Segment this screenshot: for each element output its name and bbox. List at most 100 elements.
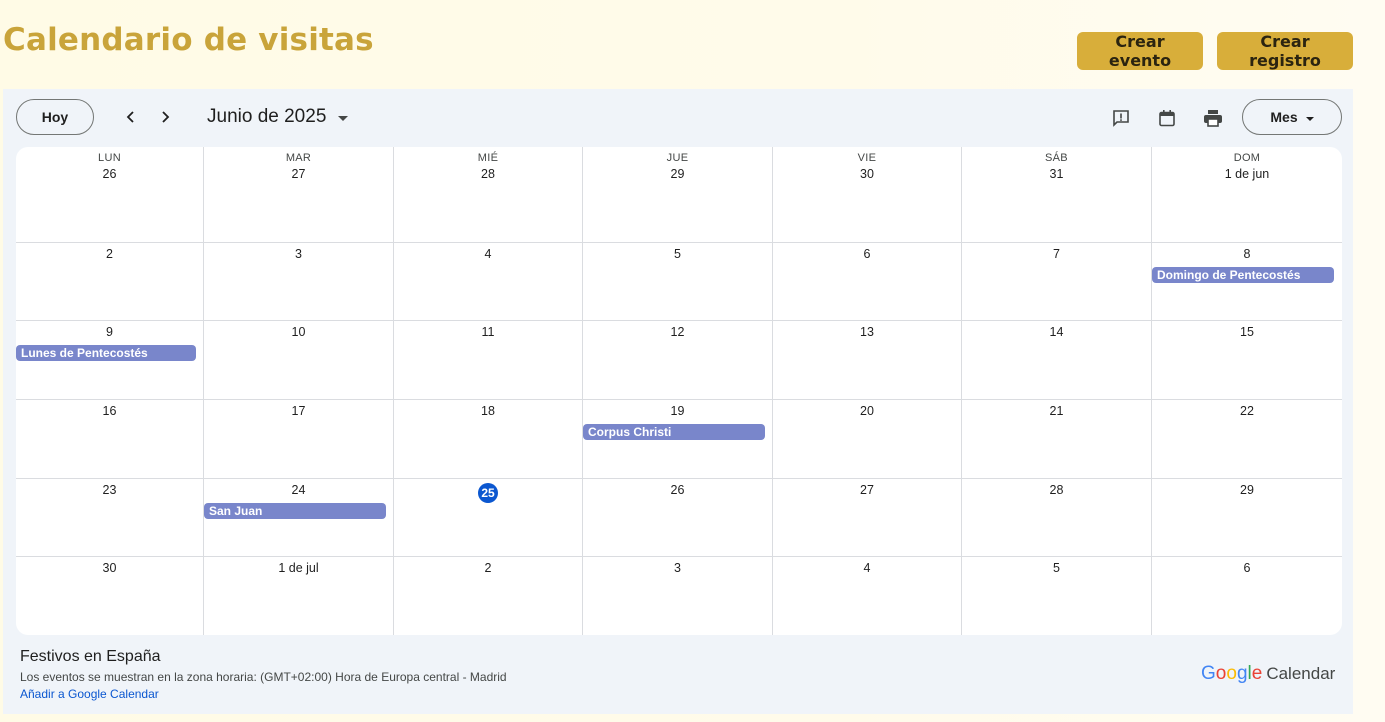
day-cell[interactable]: 6 xyxy=(773,243,962,320)
day-number[interactable]: 2 xyxy=(394,561,582,575)
day-cell[interactable]: 7 xyxy=(962,243,1152,320)
day-number[interactable]: 29 xyxy=(583,167,772,181)
day-number[interactable]: 3 xyxy=(204,247,393,261)
day-cell[interactable]: 20 xyxy=(773,400,962,478)
chevron-left-icon[interactable] xyxy=(121,107,141,127)
day-cell[interactable]: 8 Domingo de Pentecostés xyxy=(1152,243,1342,320)
day-number[interactable]: 20 xyxy=(773,404,961,418)
day-cell[interactable]: 27 xyxy=(773,479,962,556)
month-selector[interactable]: Junio de 2025 xyxy=(207,106,349,128)
crear-evento-button[interactable]: Crear evento xyxy=(1077,32,1203,70)
event-chip[interactable]: Lunes de Pentecostés xyxy=(16,345,196,361)
day-number[interactable]: 15 xyxy=(1152,325,1342,339)
day-number[interactable]: 7 xyxy=(962,247,1151,261)
day-number[interactable]: 30 xyxy=(773,167,961,181)
day-number[interactable]: 17 xyxy=(204,404,393,418)
day-cell[interactable]: 4 xyxy=(773,557,962,635)
day-number[interactable]: 26 xyxy=(583,483,772,497)
day-cell[interactable]: 18 xyxy=(394,400,583,478)
today-day-number[interactable]: 25 xyxy=(394,483,582,503)
day-cell[interactable]: 13 xyxy=(773,321,962,399)
day-cell[interactable]: 12 xyxy=(583,321,773,399)
day-number[interactable]: 2 xyxy=(16,247,203,261)
event-chip[interactable]: San Juan xyxy=(204,503,386,519)
day-number[interactable]: 18 xyxy=(394,404,582,418)
day-number[interactable]: 28 xyxy=(394,167,582,181)
day-cell[interactable]: VIE 30 xyxy=(773,147,962,242)
day-cell[interactable]: 25 xyxy=(394,479,583,556)
day-number[interactable]: 16 xyxy=(16,404,203,418)
event-chip[interactable]: Domingo de Pentecostés xyxy=(1152,267,1334,283)
day-number[interactable]: 6 xyxy=(1152,561,1342,575)
day-cell[interactable]: MAR 27 xyxy=(204,147,394,242)
day-cell[interactable]: JUE 29 xyxy=(583,147,773,242)
day-cell[interactable]: MIÉ 28 xyxy=(394,147,583,242)
today-marker[interactable]: 25 xyxy=(478,483,498,503)
day-number[interactable]: 6 xyxy=(773,247,961,261)
day-cell[interactable]: LUN 26 xyxy=(16,147,204,242)
day-cell[interactable]: 2 xyxy=(16,243,204,320)
google-calendar-logo[interactable]: Google Calendar xyxy=(1201,663,1335,685)
day-number[interactable]: 13 xyxy=(773,325,961,339)
day-number[interactable]: 9 xyxy=(16,325,203,339)
feedback-icon[interactable] xyxy=(1110,107,1132,129)
day-cell[interactable]: SÁB 31 xyxy=(962,147,1152,242)
day-cell[interactable]: 6 xyxy=(1152,557,1342,635)
day-cell[interactable]: 28 xyxy=(962,479,1152,556)
day-number[interactable]: 21 xyxy=(962,404,1151,418)
day-number[interactable]: 14 xyxy=(962,325,1151,339)
day-number[interactable]: 27 xyxy=(204,167,393,181)
day-cell[interactable]: 16 xyxy=(16,400,204,478)
day-cell[interactable]: 5 xyxy=(583,243,773,320)
day-number[interactable]: 12 xyxy=(583,325,772,339)
day-cell[interactable]: 5 xyxy=(962,557,1152,635)
add-to-google-calendar-link[interactable]: Añadir a Google Calendar xyxy=(20,687,159,701)
day-cell[interactable]: 22 xyxy=(1152,400,1342,478)
day-cell[interactable]: DOM 1 de jun xyxy=(1152,147,1342,242)
view-selector[interactable]: Mes xyxy=(1242,99,1342,135)
day-cell[interactable]: 26 xyxy=(583,479,773,556)
day-cell[interactable]: 10 xyxy=(204,321,394,399)
day-number[interactable]: 29 xyxy=(1152,483,1342,497)
day-cell[interactable]: 3 xyxy=(204,243,394,320)
day-number[interactable]: 4 xyxy=(394,247,582,261)
day-number[interactable]: 19 xyxy=(583,404,772,418)
event-chip[interactable]: Corpus Christi xyxy=(583,424,765,440)
day-cell[interactable]: 21 xyxy=(962,400,1152,478)
print-icon[interactable] xyxy=(1202,107,1224,129)
day-number[interactable]: 11 xyxy=(394,325,582,339)
calendar-icon[interactable] xyxy=(1156,107,1178,129)
day-cell[interactable]: 11 xyxy=(394,321,583,399)
day-cell[interactable]: 9 Lunes de Pentecostés xyxy=(16,321,204,399)
day-cell[interactable]: 24 San Juan xyxy=(204,479,394,556)
day-number[interactable]: 10 xyxy=(204,325,393,339)
day-cell[interactable]: 23 xyxy=(16,479,204,556)
day-number[interactable]: 23 xyxy=(16,483,203,497)
day-number[interactable]: 3 xyxy=(583,561,772,575)
day-cell[interactable]: 1 de jul xyxy=(204,557,394,635)
day-number[interactable]: 5 xyxy=(583,247,772,261)
day-number[interactable]: 22 xyxy=(1152,404,1342,418)
crear-registro-button[interactable]: Crear registro xyxy=(1217,32,1353,70)
day-number[interactable]: 26 xyxy=(16,167,203,181)
day-number[interactable]: 1 de jul xyxy=(204,561,393,575)
day-cell[interactable]: 30 xyxy=(16,557,204,635)
day-cell[interactable]: 4 xyxy=(394,243,583,320)
chevron-right-icon[interactable] xyxy=(155,107,175,127)
day-number[interactable]: 27 xyxy=(773,483,961,497)
day-cell[interactable]: 19 Corpus Christi xyxy=(583,400,773,478)
today-button[interactable]: Hoy xyxy=(16,99,94,135)
day-number[interactable]: 24 xyxy=(204,483,393,497)
day-number[interactable]: 31 xyxy=(962,167,1151,181)
day-number[interactable]: 5 xyxy=(962,561,1151,575)
day-number[interactable]: 4 xyxy=(773,561,961,575)
day-number[interactable]: 8 xyxy=(1152,247,1342,261)
day-cell[interactable]: 15 xyxy=(1152,321,1342,399)
day-cell[interactable]: 2 xyxy=(394,557,583,635)
day-number[interactable]: 1 de jun xyxy=(1152,167,1342,181)
day-cell[interactable]: 17 xyxy=(204,400,394,478)
day-cell[interactable]: 29 xyxy=(1152,479,1342,556)
day-number[interactable]: 30 xyxy=(16,561,203,575)
day-cell[interactable]: 14 xyxy=(962,321,1152,399)
day-cell[interactable]: 3 xyxy=(583,557,773,635)
